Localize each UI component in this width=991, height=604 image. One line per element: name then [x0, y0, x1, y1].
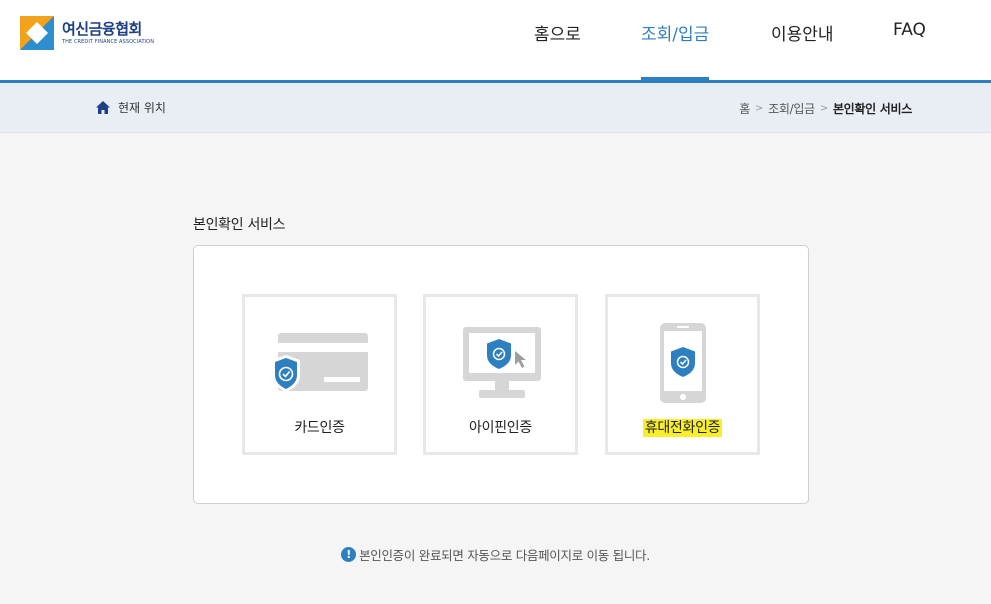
mobile-auth-label-wrap: 휴대전화인증 — [608, 417, 757, 437]
current-location: 현재 위치 — [96, 99, 166, 116]
breadcrumb-bar: 현재 위치 홈 > 조회/입금 > 본인확인 서비스 — [0, 83, 991, 133]
mobile-auth-label: 휴대전화인증 — [642, 419, 723, 437]
nav-inquiry-payment[interactable]: 조회/입금 — [641, 20, 709, 45]
mobile-shield-icon — [660, 323, 706, 403]
mobile-auth-option[interactable]: 휴대전화인증 — [605, 294, 760, 455]
auto-redirect-notice: ! 본인인증이 완료되면 자동으로 다음페이지로 이동 됩니다. — [0, 545, 991, 564]
nav-faq[interactable]: FAQ — [893, 20, 926, 40]
logo-name: 여신금융협회 — [62, 19, 142, 38]
logo[interactable]: 여신금융협회 THE CREDIT FINANCE ASSOCIATION — [20, 16, 154, 50]
monitor-shield-icon — [463, 327, 541, 398]
ipin-auth-option[interactable]: 아이핀인증 — [423, 294, 578, 455]
notice-text: 본인인증이 완료되면 자동으로 다음페이지로 이동 됩니다. — [359, 548, 650, 563]
logo-icon — [20, 16, 54, 50]
page-title: 본인확인 서비스 — [193, 217, 286, 233]
nav-guide[interactable]: 이용안내 — [771, 20, 834, 45]
current-location-label: 현재 위치 — [118, 101, 166, 115]
site-header: 여신금융협회 THE CREDIT FINANCE ASSOCIATION 홈으… — [0, 0, 991, 83]
card-auth-label: 카드인증 — [294, 420, 345, 436]
nav-home[interactable]: 홈으로 — [534, 20, 581, 45]
logo-subtitle: THE CREDIT FINANCE ASSOCIATION — [62, 38, 155, 45]
breadcrumb: 홈 > 조회/입금 > 본인확인 서비스 — [739, 100, 912, 117]
credit-card-shield-icon — [272, 333, 368, 392]
ipin-auth-label: 아이핀인증 — [469, 420, 532, 436]
breadcrumb-separator-icon: > — [819, 103, 828, 114]
breadcrumb-inquiry[interactable]: 조회/입금 — [768, 100, 815, 117]
card-auth-option[interactable]: 카드인증 — [242, 294, 397, 455]
info-icon: ! — [341, 547, 357, 562]
breadcrumb-home[interactable]: 홈 — [739, 100, 750, 117]
auth-options-panel: 카드인증 아이핀인증 휴대전화인증 — [193, 245, 809, 504]
active-nav-indicator — [641, 77, 709, 80]
home-icon — [96, 101, 110, 114]
breadcrumb-separator-icon: > — [755, 103, 764, 114]
breadcrumb-current: 본인확인 서비스 — [832, 102, 912, 116]
